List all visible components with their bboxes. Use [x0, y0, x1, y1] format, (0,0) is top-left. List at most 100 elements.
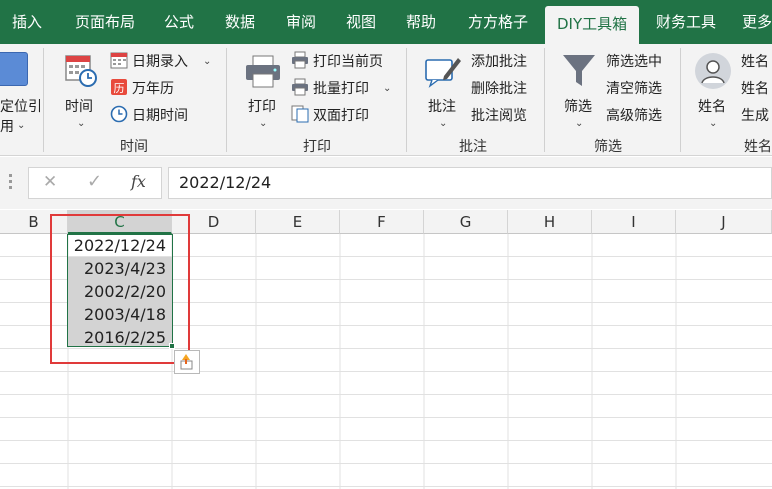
view-comments-button[interactable]: 批注阅览: [471, 104, 527, 128]
print-group-label: 打印: [303, 139, 331, 155]
quick-analysis-button[interactable]: [174, 350, 200, 374]
printer-page-icon: [292, 51, 308, 69]
group-divider: [406, 48, 407, 152]
group-divider: [226, 48, 227, 152]
delete-comment-label: 删除批注: [471, 81, 527, 97]
name-tool-1-label: 姓名: [741, 54, 769, 70]
column-header-g[interactable]: G: [424, 210, 508, 234]
name-tool-3-button[interactable]: 生成: [741, 104, 769, 128]
date-time-label: 日期时间: [132, 108, 188, 124]
group-divider: [43, 48, 44, 152]
column-header-j[interactable]: J: [676, 210, 772, 234]
chevron-down-icon: ⌄: [709, 118, 718, 129]
batch-print-button[interactable]: 批量打印: [291, 77, 369, 101]
tab-more[interactable]: 更多: [742, 0, 772, 44]
tab-page-layout[interactable]: 页面布局: [75, 0, 135, 44]
tab-formulas[interactable]: 公式: [164, 0, 194, 44]
enter-icon[interactable]: ✓: [87, 171, 102, 192]
insert-function-icon[interactable]: fx: [131, 172, 146, 191]
delete-comment-button[interactable]: 删除批注: [471, 77, 527, 101]
add-comment-button[interactable]: 添加批注: [471, 50, 527, 74]
time-button-label: 时间: [65, 99, 93, 115]
date-time-button[interactable]: 日期时间: [110, 104, 188, 128]
comment-button-label: 批注: [428, 99, 456, 115]
duplex-print-button[interactable]: 双面打印: [291, 104, 369, 128]
print-button-label: 打印: [248, 99, 276, 115]
calendar-clock-icon: [65, 55, 97, 87]
date-entry-label: 日期录入: [132, 54, 188, 70]
group-divider: [544, 48, 545, 152]
name-tool-3-label: 生成: [741, 108, 769, 124]
name-group-label: 姓名: [744, 139, 772, 155]
chevron-down-icon: ⌄: [439, 118, 448, 129]
formula-bar: ✕ ✓ fx 2022/12/24: [0, 157, 772, 209]
chevron-down-icon: ⌄: [575, 118, 584, 129]
filter-button[interactable]: 筛选 ⌄: [558, 50, 602, 130]
auto-fill-options-icon: [180, 354, 193, 370]
locate-reference-label-bottom: 用: [0, 119, 14, 135]
funnel-icon: [563, 55, 595, 86]
name-tool-2-label: 姓名: [741, 81, 769, 97]
duplex-page-icon: [291, 105, 309, 123]
calendar-grid-icon: [110, 52, 128, 69]
chevron-down-icon[interactable]: ⌄: [383, 83, 391, 94]
calendar-icon: 历: [111, 79, 127, 95]
comment-button[interactable]: 批注 ⌄: [422, 50, 466, 130]
column-header-h[interactable]: H: [508, 210, 592, 234]
clear-filter-button[interactable]: 清空筛选: [606, 77, 662, 101]
chevron-down-icon: ⌄: [259, 118, 268, 129]
batch-print-label: 批量打印: [313, 81, 369, 97]
tab-diy-toolbox[interactable]: DIY工具箱: [545, 6, 640, 44]
filter-group-label: 筛选: [594, 139, 622, 155]
clock-icon: [110, 105, 128, 123]
ribbon-tab-bar: 插入 页面布局 公式 数据 审阅 视图 帮助 方方格子 DIY工具箱 财务工具 …: [0, 0, 772, 44]
chevron-down-icon: ⌄: [17, 120, 26, 131]
time-button[interactable]: 时间 ⌄: [58, 50, 104, 130]
ribbon: 定位引 用 ⌄ 时间 ⌄ 日期录入 ⌄ 历万年历 日期时间 时间 打印 ⌄ 打印…: [0, 44, 772, 156]
locate-reference-button[interactable]: 定位引 用 ⌄: [0, 52, 42, 135]
perpetual-calendar-label: 万年历: [132, 81, 174, 97]
add-comment-label: 添加批注: [471, 54, 527, 70]
drag-handle-icon[interactable]: [9, 174, 13, 192]
name-button-label: 姓名: [698, 99, 726, 115]
date-entry-button[interactable]: 日期录入: [110, 50, 188, 74]
advanced-filter-label: 高级筛选: [606, 108, 662, 124]
printer-stack-icon: [292, 78, 308, 96]
chevron-down-icon[interactable]: ⌄: [203, 56, 211, 67]
column-header-i[interactable]: I: [592, 210, 676, 234]
view-comments-label: 批注阅览: [471, 108, 527, 124]
tab-help[interactable]: 帮助: [406, 0, 436, 44]
filter-selected-button[interactable]: 筛选选中: [606, 50, 662, 74]
comment-pen-icon: [425, 58, 461, 88]
column-header-e[interactable]: E: [256, 210, 340, 234]
print-current-page-button[interactable]: 打印当前页: [291, 50, 383, 74]
tab-view[interactable]: 视图: [346, 0, 376, 44]
column-header-f[interactable]: F: [340, 210, 424, 234]
tab-fangfang-gezi[interactable]: 方方格子: [468, 0, 528, 44]
filter-selected-label: 筛选选中: [606, 54, 662, 70]
formula-controls: ✕ ✓ fx: [28, 167, 162, 199]
tab-insert[interactable]: 插入: [12, 0, 42, 44]
cancel-icon[interactable]: ✕: [43, 172, 57, 192]
comment-group-label: 批注: [459, 139, 487, 155]
filter-button-label: 筛选: [564, 99, 592, 115]
locate-reference-icon: [0, 52, 28, 86]
perpetual-calendar-button[interactable]: 历万年历: [110, 77, 174, 101]
group-divider: [680, 48, 681, 152]
name-tool-2-button[interactable]: 姓名: [741, 77, 769, 101]
tab-finance-tools[interactable]: 财务工具: [656, 0, 716, 44]
tab-data[interactable]: 数据: [225, 0, 255, 44]
tab-review[interactable]: 审阅: [286, 0, 316, 44]
clear-filter-label: 清空筛选: [606, 81, 662, 97]
chevron-down-icon: ⌄: [77, 118, 86, 129]
locate-reference-label-top: 定位引: [0, 99, 42, 115]
formula-input[interactable]: 2022/12/24: [168, 167, 772, 199]
name-tool-1-button[interactable]: 姓名: [741, 50, 769, 74]
highlight-annotation-box: [50, 214, 190, 364]
print-button[interactable]: 打印 ⌄: [242, 50, 286, 130]
name-button[interactable]: 姓名 ⌄: [692, 50, 736, 130]
advanced-filter-button[interactable]: 高级筛选: [606, 104, 662, 128]
print-current-page-label: 打印当前页: [313, 54, 383, 70]
time-group-label: 时间: [120, 139, 148, 155]
user-avatar-icon: [695, 53, 731, 89]
